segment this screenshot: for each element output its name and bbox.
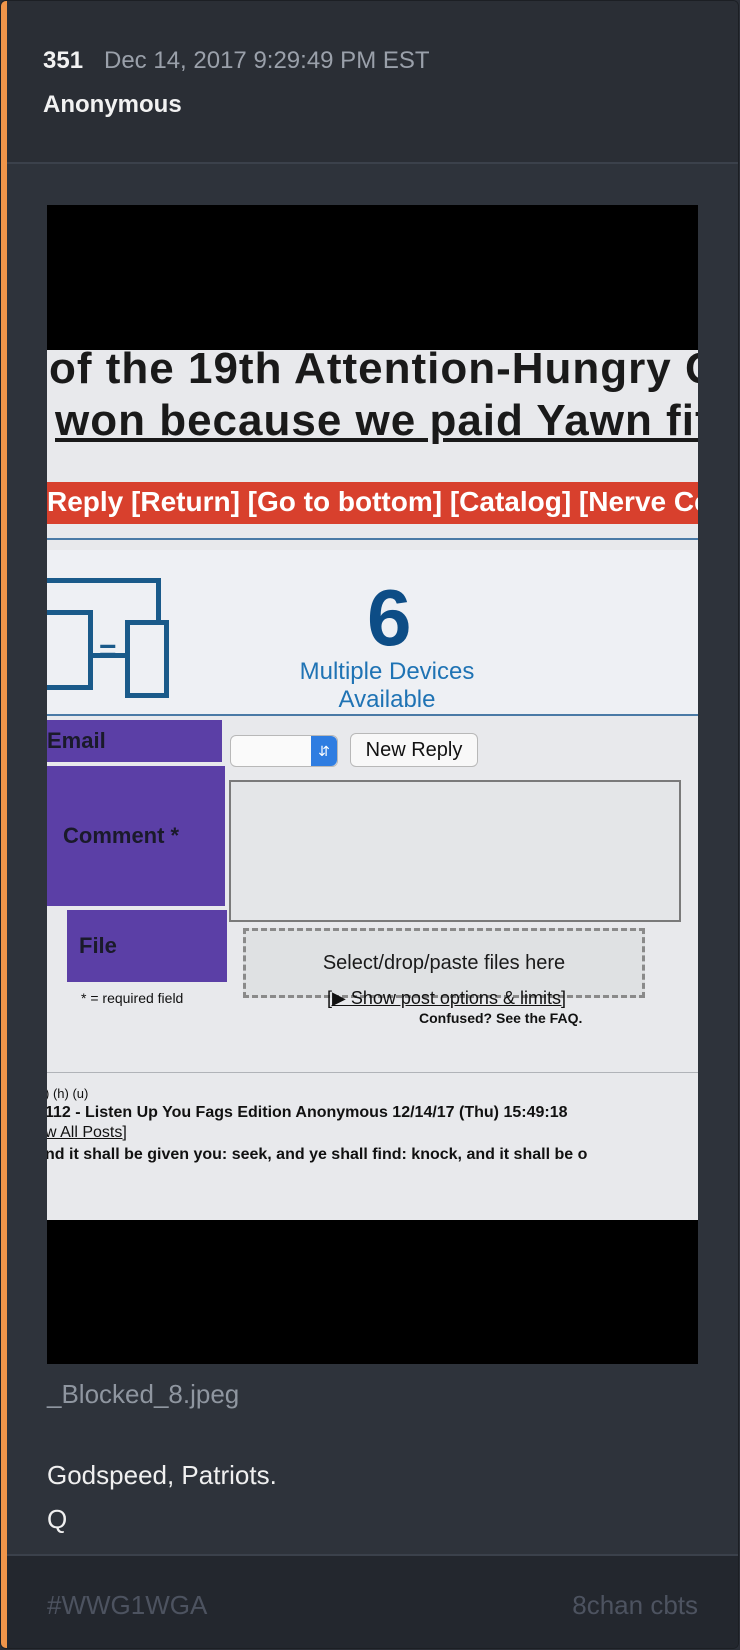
- photo-divider-3: [47, 1072, 698, 1073]
- accent-bar: [1, 1, 7, 1648]
- photo-show-options: [▶ Show post options & limits]: [327, 988, 566, 1008]
- post-card: 351 Dec 14, 2017 9:29:49 PM EST Anonymou…: [0, 0, 739, 1649]
- post-body: Godspeed, Patriots. Q: [47, 1453, 277, 1541]
- footer-tag: #WWG1WGA: [47, 1590, 208, 1620]
- post-footer: #WWG1WGA 8chan cbts: [7, 1554, 738, 1648]
- photo-ad-text-1: Multiple Devices: [299, 658, 475, 685]
- image-filename[interactable]: _Blocked_8.jpeg: [47, 1379, 239, 1410]
- photo-email-select: ⇵: [230, 735, 338, 767]
- post-image[interactable]: of the 19th Attention-Hungry G won becau…: [47, 205, 698, 1364]
- photo-navbar: Reply [Return] [Go to bottom] [Catalog] …: [47, 482, 698, 524]
- photo-ad-banner: = 6 Multiple Devices Available: [47, 550, 698, 714]
- device-link-icon: =: [99, 634, 117, 667]
- photo-headline-2: won because we paid Yawn fif: [55, 396, 698, 445]
- post-author: Anonymous: [43, 91, 182, 118]
- post-date: Dec 14, 2017 9:29:49 PM EST: [104, 47, 430, 74]
- photo-view-all: w All Posts]: [47, 1124, 127, 1141]
- photo-ad-text-2: Available: [338, 686, 436, 713]
- photo-nav-text: Reply [Return] [Go to bottom] [Catalog] …: [47, 486, 698, 517]
- photo-cut-line: nd it shall be given you: seek, and ye s…: [47, 1146, 588, 1163]
- device-tablet-icon: [47, 610, 93, 690]
- photo-ad-text: Multiple Devices Available: [267, 658, 507, 714]
- photo-faq: Confused? See the FAQ.: [419, 1010, 583, 1026]
- post-body-line-1: Godspeed, Patriots.: [47, 1460, 277, 1490]
- photo-post-links: ) (h) (u): [47, 1086, 89, 1101]
- device-phone-icon: [125, 620, 169, 698]
- photo-new-reply-button: New Reply: [350, 733, 478, 767]
- photo-post-line: 112 - Listen Up You Fags Edition Anonymo…: [47, 1104, 568, 1121]
- photo-headline-1: of the 19th Attention-Hungry G: [49, 350, 698, 393]
- photo-ad-number: 6: [367, 573, 412, 662]
- photo-divider: [47, 538, 698, 540]
- select-chevron-icon: ⇵: [311, 736, 337, 766]
- photo-divider-2: [47, 714, 698, 716]
- post-header: 351 Dec 14, 2017 9:29:49 PM EST Anonymou…: [7, 1, 738, 164]
- post-number[interactable]: 351: [43, 47, 83, 75]
- photo-label-email: Email: [47, 720, 222, 762]
- photo-comment-textarea: [229, 780, 681, 922]
- photo-label-comment: Comment *: [47, 766, 225, 906]
- footer-source: 8chan cbts: [572, 1590, 698, 1620]
- post-body-line-2: Q: [47, 1504, 68, 1534]
- photo-screen-content: of the 19th Attention-Hungry G won becau…: [47, 350, 698, 1220]
- photo-required-note: * = required field: [81, 990, 184, 1006]
- photo-label-file: File: [67, 910, 227, 982]
